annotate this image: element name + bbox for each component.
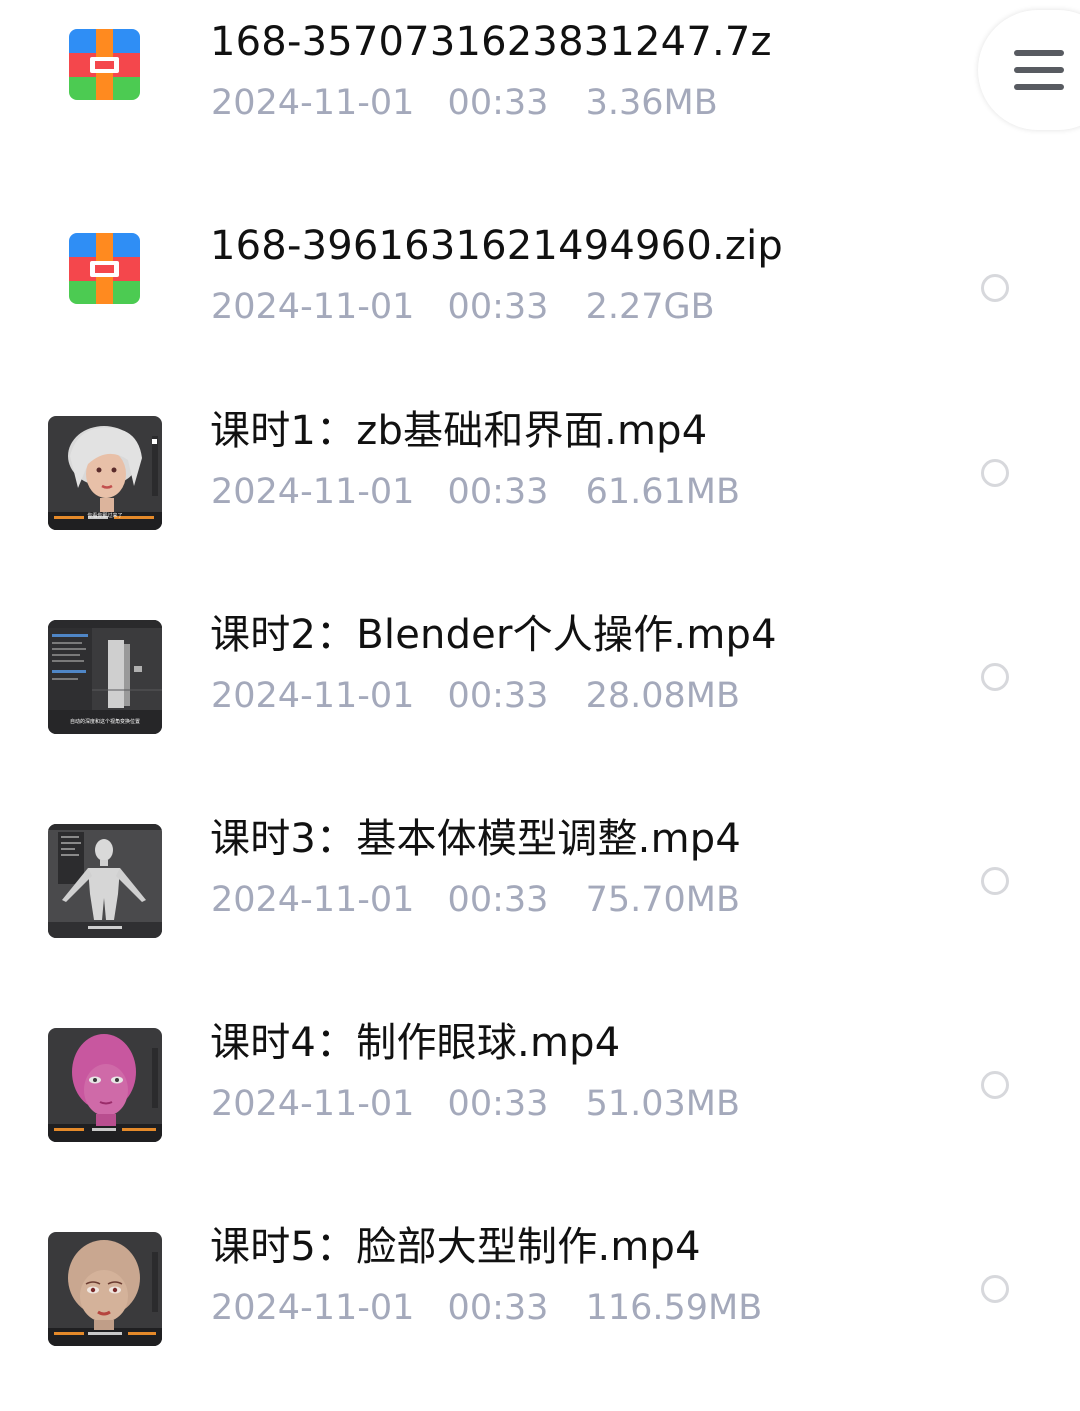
- video-thumbnail: 自动的深度和这个视角变换位置: [48, 620, 162, 734]
- select-radio[interactable]: [981, 459, 1009, 487]
- select-radio[interactable]: [981, 867, 1009, 895]
- file-name: 168-3961631621494960.zip: [210, 223, 783, 269]
- file-name: 课时5：脸部大型制作.mp4: [210, 1224, 701, 1270]
- file-time: 00:33: [447, 676, 549, 716]
- file-row[interactable]: 课时5：脸部大型制作.mp4 2024-11-01 00:33 116.59MB: [0, 1205, 1080, 1409]
- file-date: 2024-11-01: [211, 287, 415, 327]
- file-size: 28.08MB: [585, 676, 740, 716]
- file-name: 课时1：zb基础和界面.mp4: [210, 408, 708, 454]
- video-thumbnail: 你看你那过来了: [48, 416, 162, 530]
- file-name: 课时4：制作眼球.mp4: [210, 1020, 621, 1066]
- file-size: 116.59MB: [585, 1288, 763, 1328]
- file-row[interactable]: 168-3961631621494960.zip 2024-11-01 00:3…: [0, 204, 1080, 408]
- file-meta: 2024-11-01 00:33 28.08MB: [211, 675, 740, 717]
- select-radio[interactable]: [981, 274, 1009, 302]
- file-row[interactable]: 168-3570731623831247.7z 2024-11-01 00:33…: [0, 0, 1080, 204]
- thumbnail-caption: 自动的深度和这个视角变换位置: [70, 718, 140, 725]
- file-size: 3.36MB: [585, 83, 718, 123]
- file-time: 00:33: [447, 287, 549, 327]
- select-radio[interactable]: [981, 1275, 1009, 1303]
- thumbnail-caption: 你看你那过来了: [87, 512, 122, 519]
- file-row[interactable]: 自动的深度和这个视角变换位置 课时2：Blender个人操作.mp4 2024-…: [0, 593, 1080, 797]
- file-meta: 2024-11-01 00:33 116.59MB: [211, 1287, 762, 1329]
- file-size: 61.61MB: [585, 472, 740, 512]
- file-name: 课时3：基本体模型调整.mp4: [210, 816, 741, 862]
- file-date: 2024-11-01: [211, 880, 415, 920]
- file-meta: 2024-11-01 00:33 75.70MB: [211, 879, 740, 921]
- select-radio[interactable]: [981, 663, 1009, 691]
- file-row[interactable]: 你看你那过来了 课时1：zb基础和界面.mp4 2024-11-01 00:33…: [0, 389, 1080, 593]
- video-thumbnail: [48, 824, 162, 938]
- file-meta: 2024-11-01 00:33 51.03MB: [211, 1083, 740, 1125]
- file-meta: 2024-11-01 00:33 3.36MB: [211, 82, 718, 124]
- file-size: 51.03MB: [585, 1084, 740, 1124]
- file-time: 00:33: [447, 1288, 549, 1328]
- file-time: 00:33: [447, 1084, 549, 1124]
- file-time: 00:33: [447, 880, 549, 920]
- file-date: 2024-11-01: [211, 676, 415, 716]
- file-date: 2024-11-01: [211, 83, 415, 123]
- file-date: 2024-11-01: [211, 1288, 415, 1328]
- file-meta: 2024-11-01 00:33 2.27GB: [211, 286, 715, 328]
- file-meta: 2024-11-01 00:33 61.61MB: [211, 471, 740, 513]
- file-size: 75.70MB: [585, 880, 740, 920]
- file-name: 课时2：Blender个人操作.mp4: [210, 612, 777, 658]
- video-thumbnail: [48, 1232, 162, 1346]
- file-date: 2024-11-01: [211, 472, 415, 512]
- file-size: 2.27GB: [585, 287, 715, 327]
- video-thumbnail: [48, 1028, 162, 1142]
- select-radio[interactable]: [981, 1071, 1009, 1099]
- archive-icon: [69, 29, 140, 100]
- file-row[interactable]: 课时4：制作眼球.mp4 2024-11-01 00:33 51.03MB: [0, 1001, 1080, 1205]
- archive-icon: [69, 233, 140, 304]
- file-time: 00:33: [447, 472, 549, 512]
- file-time: 00:33: [447, 83, 549, 123]
- file-row[interactable]: 课时3：基本体模型调整.mp4 2024-11-01 00:33 75.70MB: [0, 797, 1080, 1001]
- file-name: 168-3570731623831247.7z: [210, 19, 772, 65]
- file-date: 2024-11-01: [211, 1084, 415, 1124]
- file-list-page: 168-3570731623831247.7z 2024-11-01 00:33…: [0, 0, 1080, 1411]
